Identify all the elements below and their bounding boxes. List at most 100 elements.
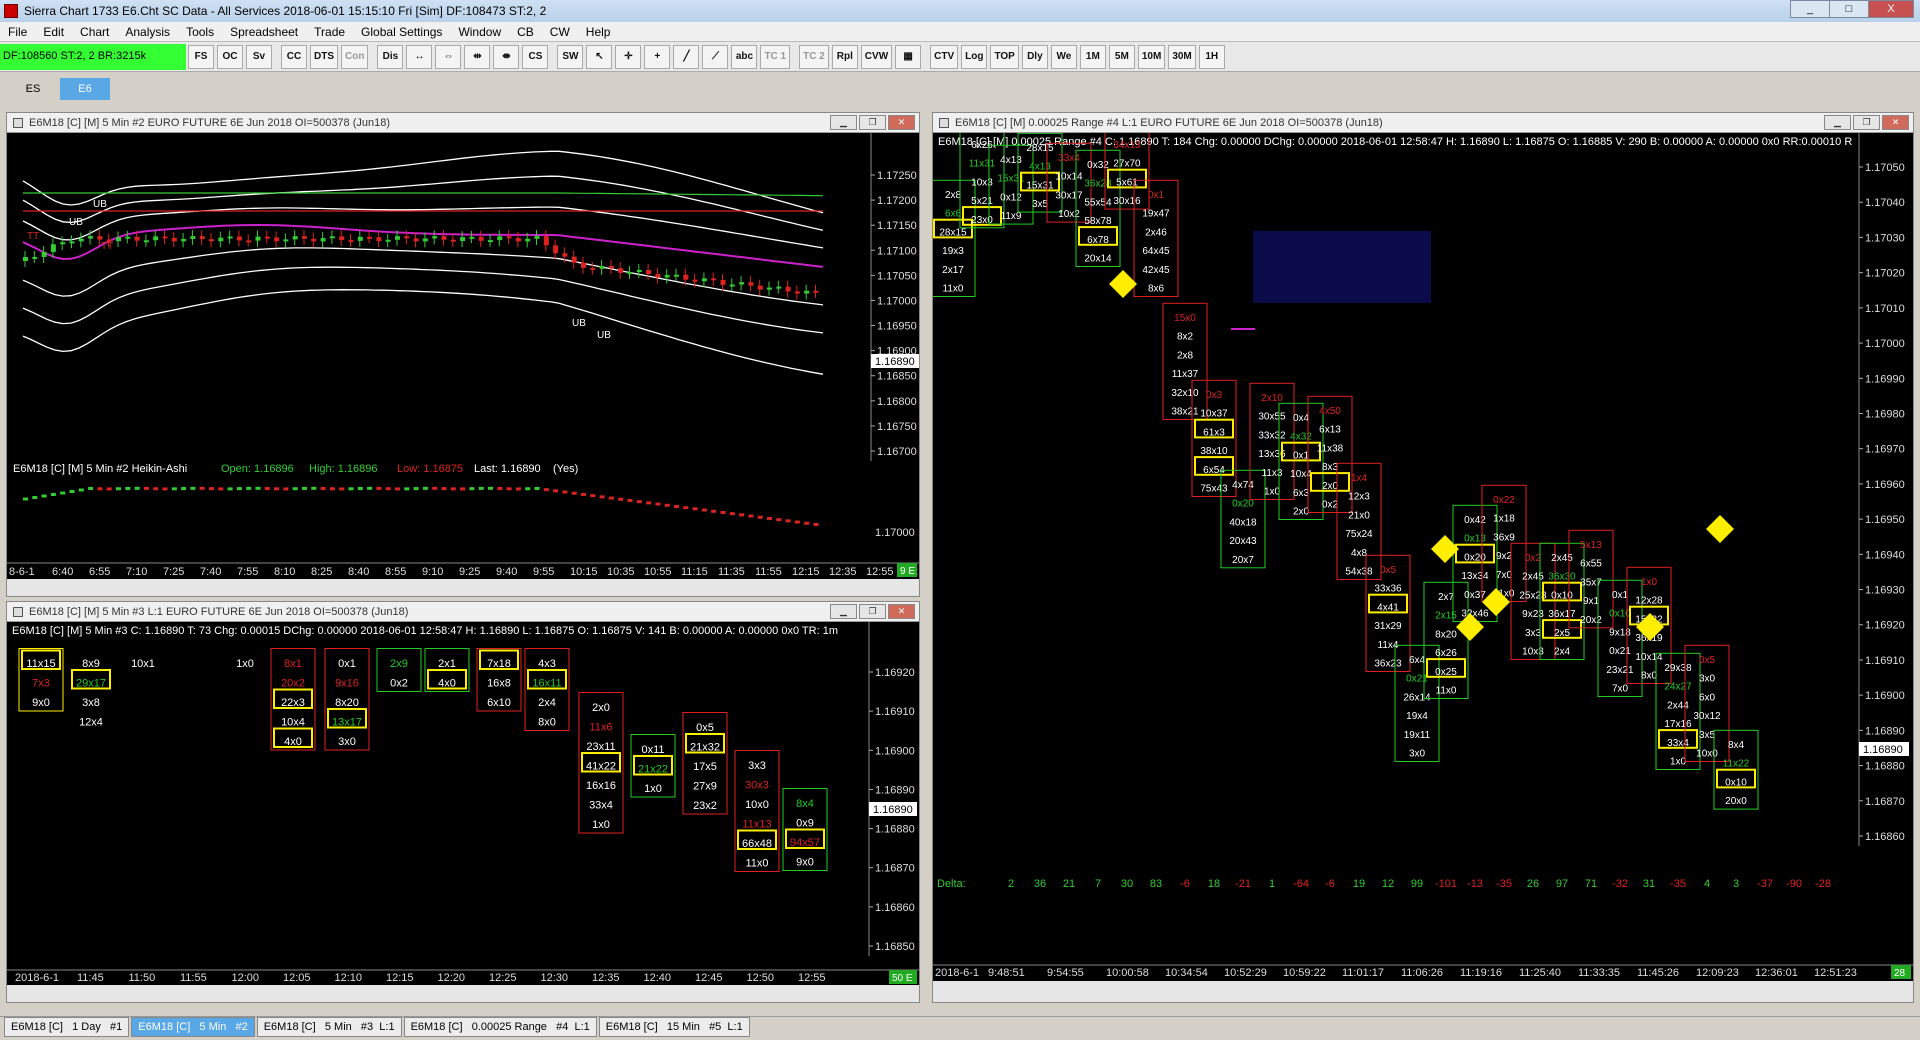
close-button[interactable]: ✕: [888, 115, 915, 130]
chart-tab[interactable]: E6M18 [C] 15 Min #5 L:1: [598, 1017, 750, 1037]
restore-button[interactable]: ❐: [859, 115, 886, 130]
candle: [739, 282, 745, 285]
restore-button[interactable]: ❐: [859, 604, 886, 619]
toolbar-button[interactable]: CC: [281, 44, 307, 69]
menu-item-spreadsheet[interactable]: Spreadsheet: [222, 25, 306, 39]
toolbar-button[interactable]: 5M: [1108, 44, 1135, 69]
toolbar-button[interactable]: CVW: [860, 44, 893, 69]
chart-tab[interactable]: E6M18 [C] 1 Day #1: [4, 1017, 130, 1037]
toolbar-button[interactable]: 1H: [1198, 44, 1225, 69]
range-numbers-bars-chart[interactable]: E6M18 [C] [M] 0.00025 Range #4 C: 1.1689…: [933, 133, 1913, 1002]
chart-window-caption[interactable]: E6M18 [C] [M] 0.00025 Range #4 L:1 EURO …: [933, 113, 1913, 133]
chart-tab[interactable]: E6M18 [C] 0.00025 Range #4 L:1: [403, 1017, 597, 1037]
menu-item-trade[interactable]: Trade: [306, 25, 353, 39]
toolbar-button[interactable]: ↔: [406, 44, 433, 69]
chart-tab[interactable]: E6M18 [C] 5 Min #3 L:1: [256, 1017, 402, 1037]
ha-price-label: 1.17000: [875, 527, 915, 539]
toolbar-button[interactable]: Dis: [377, 44, 404, 69]
horizontal-scrollbar[interactable]: [933, 981, 1913, 1002]
toolbar-button[interactable]: ↖: [586, 44, 613, 69]
candlestick-chart[interactable]: E6M18 [C] [M] 5 Min #2 C: 1.16890 T: 73 …: [7, 133, 919, 596]
minimize-button[interactable]: ▁: [830, 115, 857, 130]
ha-candle: [720, 510, 726, 514]
toolbar-button[interactable]: TOP: [990, 44, 1019, 69]
numbers-cell: 16x16: [586, 780, 616, 792]
candle: [218, 237, 224, 242]
chart-plot-area[interactable]: [7, 622, 869, 967]
toolbar-button[interactable]: We: [1050, 44, 1077, 69]
price-label: 1.16970: [1865, 444, 1905, 456]
horizontal-scrollbar[interactable]: [7, 985, 919, 1002]
toolbar-button[interactable]: ⇔: [435, 44, 462, 69]
toolbar-button[interactable]: ⟋: [702, 44, 729, 69]
toolbar-button[interactable]: CS: [522, 44, 549, 69]
menu-item-cb[interactable]: CB: [509, 25, 542, 39]
toolbar-button[interactable]: ⇼: [493, 44, 520, 69]
menu-item-edit[interactable]: Edit: [35, 25, 72, 39]
numbers-bars-chart[interactable]: E6M18 [C] [M] 5 Min #3 C: 1.16890 T: 73 …: [7, 622, 919, 1002]
numbers-cell: 1x0: [236, 658, 254, 670]
toolbar-button[interactable]: ⇹: [464, 44, 491, 69]
symbol-tab-es[interactable]: ES: [8, 78, 58, 100]
toolbar-button[interactable]: 10M: [1137, 44, 1166, 69]
maximize-button[interactable]: □: [1829, 0, 1869, 18]
minimize-button[interactable]: ▁: [830, 604, 857, 619]
toolbar-button[interactable]: Sv: [246, 44, 272, 69]
chart-window-caption[interactable]: E6M18 [C] [M] 5 Min #2 EURO FUTURE 6E Ju…: [7, 113, 919, 133]
toolbar-button[interactable]: Rpl: [831, 44, 858, 69]
toolbar-button[interactable]: SW: [557, 44, 584, 69]
toolbar-button[interactable]: Dly: [1021, 44, 1048, 69]
close-button[interactable]: X: [1868, 0, 1914, 18]
numbers-cell: 30x3: [745, 780, 769, 792]
minimize-button[interactable]: _: [1790, 0, 1830, 18]
toolbar-button[interactable]: ▦: [895, 44, 922, 69]
numbers-cell: 10x3: [971, 177, 993, 188]
toolbar-button[interactable]: Log: [961, 44, 988, 69]
menu-item-global-settings[interactable]: Global Settings: [353, 25, 450, 39]
chart-window-caption[interactable]: E6M18 [C] [M] 5 Min #3 L:1 EURO FUTURE 6…: [7, 602, 919, 622]
toolbar-button[interactable]: DTS: [310, 44, 338, 69]
menu-item-chart[interactable]: Chart: [72, 25, 117, 39]
toolbar-button[interactable]: Con: [341, 44, 369, 69]
numbers-cell: 12x28: [1635, 596, 1663, 607]
toolbar-button[interactable]: ╱: [673, 44, 700, 69]
horizontal-scrollbar[interactable]: [7, 579, 919, 596]
price-label: 1.17250: [877, 170, 917, 182]
toolbar-button[interactable]: OC: [217, 44, 243, 69]
ha-candle: [153, 487, 159, 491]
symbol-tab-e6[interactable]: E6: [60, 78, 110, 100]
ha-candle: [60, 491, 66, 495]
toolbar-button[interactable]: TC 2: [799, 44, 829, 69]
menu-item-tools[interactable]: Tools: [178, 25, 222, 39]
numbers-cell: 19x47: [1142, 209, 1170, 220]
toolbar-button[interactable]: 30M: [1168, 44, 1196, 69]
restore-button[interactable]: ❐: [1853, 115, 1880, 130]
chart-plot-area[interactable]: [7, 133, 871, 561]
numbers-cell: 0x4: [1293, 413, 1310, 424]
ha-candle: [757, 515, 763, 519]
chart-window-range-4[interactable]: E6M18 [C] [M] 0.00025 Range #4 L:1 EURO …: [932, 112, 1914, 1003]
chart-window-5min-3[interactable]: E6M18 [C] [M] 5 Min #3 L:1 EURO FUTURE 6…: [6, 601, 920, 1003]
toolbar-button[interactable]: ✛: [615, 44, 642, 69]
ha-candle: [162, 487, 168, 491]
toolbar-button[interactable]: +: [644, 44, 671, 69]
numbers-cell: 10x1: [131, 658, 155, 670]
minimize-button[interactable]: ▁: [1824, 115, 1851, 130]
menu-item-analysis[interactable]: Analysis: [117, 25, 178, 39]
close-button[interactable]: ✕: [888, 604, 915, 619]
menu-item-file[interactable]: File: [0, 25, 35, 39]
menu-item-help[interactable]: Help: [578, 25, 619, 39]
menu-item-cw[interactable]: CW: [542, 25, 578, 39]
toolbar-button[interactable]: abc: [731, 44, 758, 69]
toolbar-button[interactable]: 1M: [1079, 44, 1106, 69]
menu-item-window[interactable]: Window: [450, 25, 509, 39]
numbers-cell: 5x21: [971, 196, 993, 207]
candle: [329, 236, 335, 239]
chart-window-5min-2[interactable]: E6M18 [C] [M] 5 Min #2 EURO FUTURE 6E Ju…: [6, 112, 920, 597]
close-button[interactable]: ✕: [1882, 115, 1909, 130]
chart-tab[interactable]: E6M18 [C] 5 Min #2: [131, 1017, 255, 1037]
toolbar-button[interactable]: TC 1: [760, 44, 791, 69]
toolbar-button[interactable]: FS: [188, 44, 214, 69]
toolbar-button[interactable]: CTV: [930, 44, 959, 69]
price-label: 1.16900: [875, 745, 915, 757]
